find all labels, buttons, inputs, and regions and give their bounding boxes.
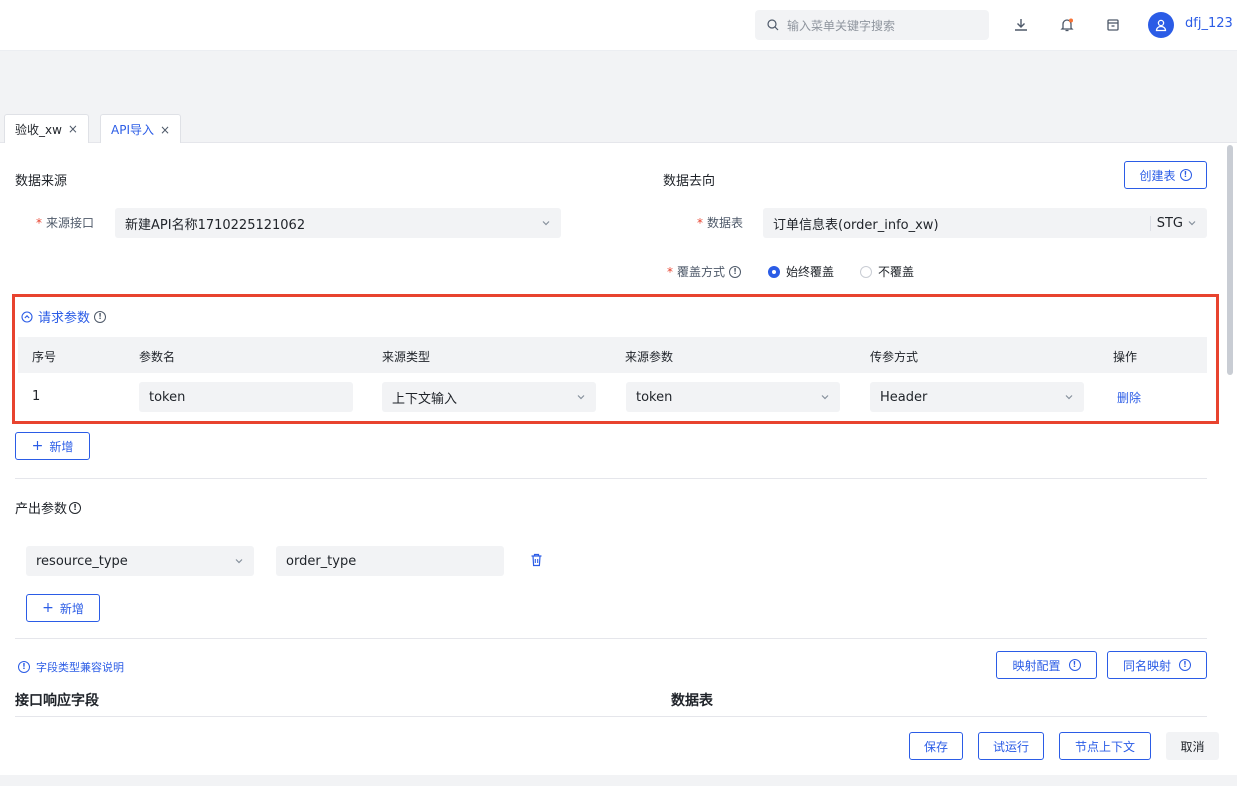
same-name-mapping-button[interactable]: 同名映射! (1107, 651, 1207, 679)
info-icon: ! (1179, 659, 1191, 671)
col-param-name: 参数名 (139, 350, 176, 364)
info-icon: ! (18, 661, 30, 673)
param-name-input[interactable]: token (139, 382, 353, 412)
tab-bar (0, 103, 1237, 143)
mapping-config-button[interactable]: 映射配置! (996, 651, 1097, 679)
col-source-type: 来源类型 (382, 350, 431, 364)
top-bar (0, 0, 1237, 51)
user-avatar[interactable] (1148, 12, 1174, 38)
cover-never-radio[interactable]: 不覆盖 (860, 263, 914, 280)
col-action: 操作 (1113, 350, 1138, 364)
source-section-title: 数据来源 (15, 174, 68, 189)
target-section-title: 数据去向 (663, 174, 716, 189)
node-context-button[interactable]: 节点上下文 (1059, 732, 1151, 760)
create-table-button[interactable]: 创建表! (1124, 161, 1207, 189)
close-icon[interactable]: × (68, 122, 78, 136)
info-icon: ! (1179, 169, 1192, 181)
add-output-param-button[interactable]: + 新增 (26, 594, 100, 622)
chevron-down-icon (821, 395, 829, 400)
user-icon (1155, 19, 1167, 32)
collapse-circle-icon (21, 310, 33, 323)
chevron-down-icon (1188, 221, 1196, 226)
plus-icon: + (42, 600, 54, 616)
search-icon (767, 19, 779, 31)
source-param-select[interactable]: token (626, 382, 840, 412)
col-source-param: 来源参数 (625, 350, 674, 364)
archive-box-icon[interactable] (1100, 12, 1126, 38)
cancel-button[interactable]: 取消 (1166, 732, 1219, 760)
notification-bell-icon[interactable] (1054, 12, 1080, 38)
info-icon: ! (69, 501, 82, 514)
save-button[interactable]: 保存 (909, 732, 963, 760)
source-type-select[interactable]: 上下文输入 (382, 382, 596, 412)
info-icon: ! (729, 265, 742, 278)
search-placeholder: 输入菜单关键字搜索 (787, 18, 896, 33)
trial-run-button[interactable]: 试运行 (978, 732, 1044, 760)
username[interactable]: dfj_123 (1185, 16, 1233, 31)
download-icon[interactable] (1008, 12, 1034, 38)
pass-method-select[interactable]: Header (870, 382, 1084, 412)
tab-label: API导入 (111, 123, 154, 137)
source-interface-select[interactable]: 新建API名称1710225121062 (115, 208, 561, 238)
divider (15, 638, 1207, 639)
output-field-select[interactable]: resource_type (26, 546, 254, 576)
data-table-fields-title: 数据表 (671, 693, 713, 709)
delete-row-link[interactable]: 删除 (1117, 389, 1141, 406)
tab-label: 验收_xw (15, 122, 62, 137)
col-pass-method: 传参方式 (870, 350, 919, 364)
radio-unchecked-icon (860, 265, 872, 278)
scrollbar[interactable] (1227, 145, 1233, 375)
data-table-select[interactable]: 订单信息表(order_info_xw) STG (763, 208, 1207, 238)
request-params-table-header: 序号 参数名 来源类型 来源参数 传参方式 操作 (18, 337, 1207, 373)
output-params-title: 产出参数! (15, 498, 82, 517)
field-type-compat-link[interactable]: ! 字段类型兼容说明 (18, 659, 124, 675)
divider (15, 716, 1207, 717)
tab-api-import[interactable]: API导入 × (100, 114, 182, 144)
trash-icon[interactable] (530, 553, 543, 571)
cover-always-radio[interactable]: 始终覆盖 (768, 263, 834, 280)
chevron-down-icon (1065, 395, 1073, 400)
col-index: 序号 (32, 350, 57, 364)
info-icon: ! (94, 310, 107, 323)
cover-mode-label: * 覆盖方式! (667, 263, 742, 280)
bottom-bar (0, 775, 1237, 786)
divider (15, 478, 1207, 479)
chevron-down-icon (235, 559, 243, 564)
menu-search-input[interactable]: 输入菜单关键字搜索 (755, 10, 989, 40)
plus-icon: + (31, 438, 44, 454)
row-index: 1 (32, 389, 41, 404)
response-fields-title: 接口响应字段 (15, 693, 99, 709)
output-value-input[interactable]: order_type (276, 546, 504, 576)
source-interface-label: * 来源接口 (36, 215, 95, 231)
chevron-down-icon (577, 395, 585, 400)
env-select[interactable]: STG (1149, 215, 1197, 231)
data-table-label: * 数据表 (697, 215, 744, 231)
tab-acceptance[interactable]: 验收_xw × (4, 114, 89, 143)
info-icon: ! (1068, 659, 1081, 671)
request-params-toggle[interactable]: 请求参数 ! (21, 307, 107, 326)
add-request-param-button[interactable]: + 新增 (15, 432, 90, 460)
radio-checked-icon (768, 265, 780, 278)
close-icon[interactable]: × (160, 123, 170, 137)
chevron-down-icon (542, 221, 550, 226)
header-spacer (0, 51, 1237, 103)
